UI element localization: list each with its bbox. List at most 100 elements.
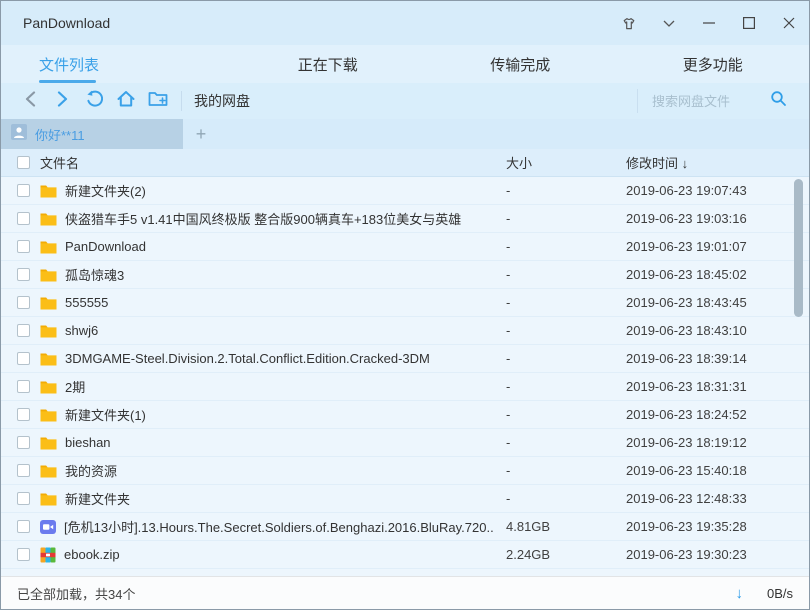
row-checkbox[interactable] <box>17 380 30 393</box>
table-row[interactable]: 孤岛惊魂3 - 2019-06-23 18:45:02 <box>1 261 809 289</box>
sort-descending-icon: ↓ <box>682 156 689 171</box>
forward-button[interactable] <box>47 88 77 114</box>
search-input[interactable] <box>652 94 770 109</box>
close-button[interactable] <box>769 1 809 45</box>
row-checkbox[interactable] <box>17 296 30 309</box>
folder-icon <box>40 464 57 478</box>
home-button[interactable] <box>111 88 141 114</box>
folder-icon <box>40 324 57 338</box>
table-row[interactable]: PanDownload - 2019-06-23 19:01:07 <box>1 233 809 261</box>
scrollbar-thumb[interactable] <box>794 179 803 317</box>
table-row[interactable]: 555555 - 2019-06-23 18:43:45 <box>1 289 809 317</box>
tab-label: 更多功能 <box>683 54 743 75</box>
zip-archive-icon <box>40 547 56 563</box>
table-row[interactable]: shwj6 - 2019-06-23 18:43:10 <box>1 317 809 345</box>
search-icon[interactable] <box>770 90 787 112</box>
add-account-button[interactable]: + <box>183 119 219 149</box>
minimize-button[interactable] <box>689 1 729 45</box>
file-name: 孤岛惊魂3 <box>65 265 124 284</box>
file-size: - <box>506 239 510 254</box>
file-name: 新建文件夹 <box>65 489 130 508</box>
row-checkbox[interactable] <box>17 212 30 225</box>
maximize-button[interactable] <box>729 1 769 45</box>
toolbar: 我的网盘 <box>1 83 809 119</box>
table-row[interactable]: ebook.zip 2.24GB 2019-06-23 19:30:23 <box>1 541 809 569</box>
file-size: - <box>506 295 510 310</box>
menu-dropdown-button[interactable] <box>649 1 689 45</box>
file-name: 2期 <box>65 377 85 396</box>
minimize-icon <box>703 17 715 29</box>
account-username: 你好**11 <box>35 125 85 144</box>
skin-theme-button[interactable] <box>609 1 649 45</box>
row-checkbox[interactable] <box>17 408 30 421</box>
table-row[interactable]: 3DMGAME-Steel.Division.2.Total.Conflict.… <box>1 345 809 373</box>
refresh-button[interactable] <box>79 88 109 114</box>
table-row[interactable]: 新建文件夹 - 2019-06-23 12:48:33 <box>1 485 809 513</box>
file-size: 4.81GB <box>506 519 550 534</box>
row-checkbox[interactable] <box>17 520 30 533</box>
row-checkbox[interactable] <box>17 240 30 253</box>
table-row[interactable]: 侠盗猎车手5 v1.41中国风终极版 整合版900辆真车+183位美女与英雄 -… <box>1 205 809 233</box>
refresh-icon <box>85 90 103 113</box>
row-checkbox[interactable] <box>17 464 30 477</box>
tab-file-list[interactable]: 文件列表 <box>1 45 232 83</box>
file-name: ebook.zip <box>64 547 120 562</box>
row-checkbox[interactable] <box>17 352 30 365</box>
download-speed-value: 0B/s <box>759 586 793 601</box>
file-size: - <box>506 351 510 366</box>
tab-transfer-complete[interactable]: 传输完成 <box>424 45 617 83</box>
tab-downloading[interactable]: 正在下载 <box>232 45 425 83</box>
file-name: [危机13小时].13.Hours.The.Secret.Soldiers.of… <box>64 517 494 536</box>
load-status-text: 已全部加载，共34个 <box>17 584 135 603</box>
file-mtime: 2019-06-23 19:03:16 <box>626 211 747 226</box>
file-size: - <box>506 323 510 338</box>
column-header-size[interactable]: 大小 <box>506 153 532 172</box>
file-name: 3DMGAME-Steel.Division.2.Total.Conflict.… <box>65 351 430 366</box>
file-mtime: 2019-06-23 19:07:43 <box>626 183 747 198</box>
table-row[interactable]: 我的资源 - 2019-06-23 15:40:18 <box>1 457 809 485</box>
file-mtime: 2019-06-23 19:35:28 <box>626 519 747 534</box>
tab-label: 正在下载 <box>298 54 358 75</box>
rows-container: 新建文件夹(2) - 2019-06-23 19:07:43 侠盗猎车手5 v1… <box>1 177 809 569</box>
file-size: - <box>506 379 510 394</box>
folder-icon <box>40 408 57 422</box>
table-row[interactable]: 2期 - 2019-06-23 18:31:31 <box>1 373 809 401</box>
new-folder-button[interactable] <box>143 88 173 114</box>
row-checkbox[interactable] <box>17 324 30 337</box>
file-list: 新建文件夹(2) - 2019-06-23 19:07:43 侠盗猎车手5 v1… <box>1 177 809 576</box>
toolbar-separator <box>181 91 182 111</box>
tab-label: 传输完成 <box>490 54 550 75</box>
file-name: shwj6 <box>65 323 98 338</box>
folder-icon <box>40 268 57 282</box>
back-button[interactable] <box>15 88 45 114</box>
folder-icon <box>40 352 57 366</box>
folder-icon <box>40 296 57 310</box>
file-mtime: 2019-06-23 18:31:31 <box>626 379 747 394</box>
column-header-name[interactable]: 文件名 <box>40 153 79 172</box>
row-checkbox[interactable] <box>17 548 30 561</box>
tab-more-features[interactable]: 更多功能 <box>617 45 810 83</box>
row-checkbox[interactable] <box>17 436 30 449</box>
row-checkbox[interactable] <box>17 268 30 281</box>
folder-icon <box>40 184 57 198</box>
account-tab[interactable]: 你好**11 <box>1 119 183 149</box>
table-row[interactable]: 新建文件夹(2) - 2019-06-23 19:07:43 <box>1 177 809 205</box>
file-size: - <box>506 435 510 450</box>
file-size: - <box>506 491 510 506</box>
row-checkbox[interactable] <box>17 492 30 505</box>
row-checkbox[interactable] <box>17 184 30 197</box>
forward-icon <box>57 91 68 112</box>
file-mtime: 2019-06-23 12:48:33 <box>626 491 747 506</box>
folder-icon <box>40 240 57 254</box>
scrollbar-track[interactable] <box>793 177 803 576</box>
file-name: PanDownload <box>65 239 146 254</box>
file-mtime: 2019-06-23 18:45:02 <box>626 267 747 282</box>
file-size: 2.24GB <box>506 547 550 562</box>
table-row[interactable]: 新建文件夹(1) - 2019-06-23 18:24:52 <box>1 401 809 429</box>
table-row[interactable]: bieshan - 2019-06-23 18:19:12 <box>1 429 809 457</box>
column-header-mtime[interactable]: 修改时间 ↓ <box>626 153 688 172</box>
select-all-checkbox[interactable] <box>17 156 30 169</box>
table-row[interactable]: [危机13小时].13.Hours.The.Secret.Soldiers.of… <box>1 513 809 541</box>
file-mtime: 2019-06-23 18:43:45 <box>626 295 747 310</box>
video-file-icon <box>40 519 56 535</box>
